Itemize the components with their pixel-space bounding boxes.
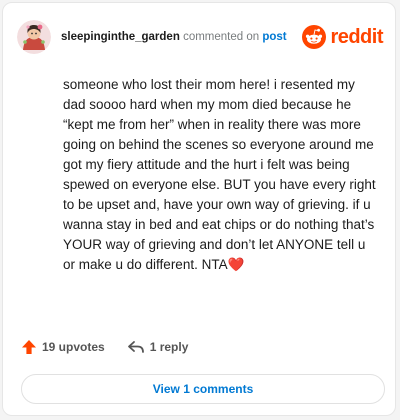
action-text: commented on — [183, 31, 260, 43]
comment-actions: 19 upvotes 1 reply — [21, 339, 188, 355]
reply-button[interactable]: 1 reply — [127, 339, 189, 355]
post-link[interactable]: post — [262, 31, 286, 43]
reply-arrow-icon — [127, 341, 144, 353]
username-link[interactable]: sleepinginthe_garden — [61, 31, 180, 43]
reply-count: 1 reply — [149, 340, 189, 354]
comment-header: sleepinginthe_garden commented on post r… — [17, 19, 383, 55]
upvote-count: 19 upvotes — [42, 340, 105, 354]
comment-card: sleepinginthe_garden commented on post r… — [2, 2, 396, 416]
comment-text: someone who lost their mom here! i resen… — [63, 77, 376, 272]
avatar-image — [17, 20, 51, 54]
comment-body: someone who lost their mom here! i resen… — [63, 75, 378, 275]
upvote-arrow-icon — [22, 340, 36, 354]
view-comments-button[interactable]: View 1 comments — [21, 374, 385, 404]
reddit-logo[interactable]: reddit — [302, 25, 383, 49]
view-comments-label: View 1 comments — [152, 382, 254, 396]
reddit-wordmark: reddit — [330, 25, 383, 48]
reddit-snoo-icon — [302, 25, 327, 49]
comment-meta: sleepinginthe_garden commented on post — [61, 31, 302, 43]
heart-emoji: ❤️ — [227, 257, 245, 272]
upvote-button[interactable]: 19 upvotes — [21, 339, 105, 355]
avatar[interactable] — [17, 20, 51, 54]
